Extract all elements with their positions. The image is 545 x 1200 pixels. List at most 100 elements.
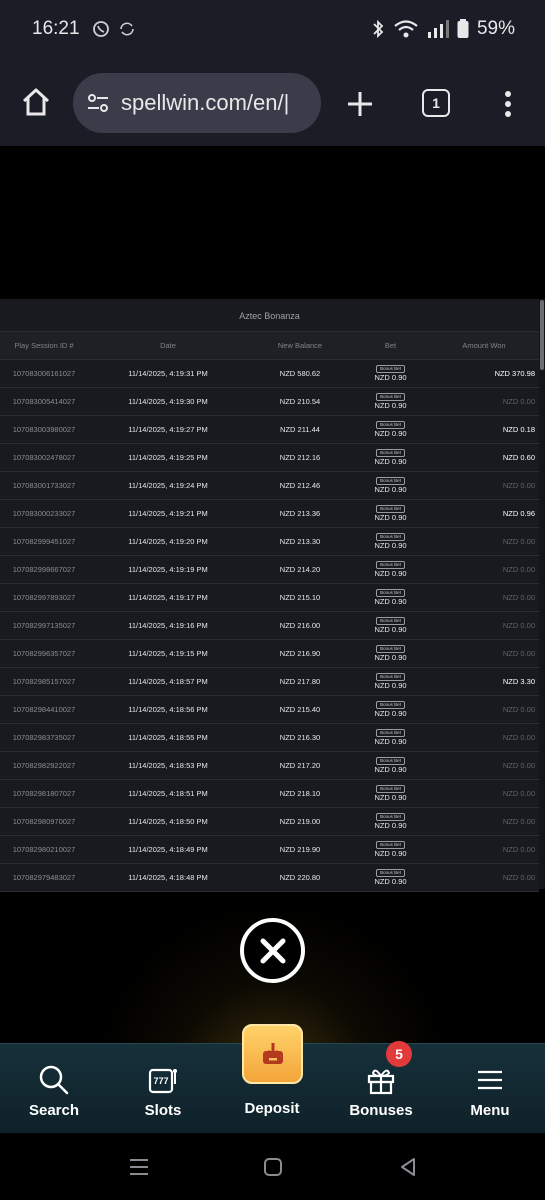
cell-amount-won: NZD 0.00 bbox=[502, 481, 535, 490]
cell-amount-won: NZD 0.00 bbox=[502, 789, 535, 798]
home-nav-icon[interactable] bbox=[263, 1157, 283, 1177]
header-amount-won: Amount Won bbox=[462, 341, 506, 350]
bonus-bet-badge: Bonus Bet bbox=[376, 365, 405, 373]
table-row: 107082998667027 11/14/2025, 4:19:19 PM NZD… bbox=[0, 556, 539, 584]
bluetooth-icon bbox=[373, 19, 384, 39]
bonus-bet-badge: Bonus Bet bbox=[376, 701, 405, 709]
back-icon[interactable] bbox=[398, 1157, 418, 1177]
nav-slots[interactable]: 777 Slots bbox=[113, 1044, 213, 1134]
bonus-bet-badge: Bonus Bet bbox=[376, 589, 405, 597]
cell-date: 11/14/2025, 4:18:55 PM bbox=[128, 733, 208, 742]
bonus-bet-badge: Bonus Bet bbox=[376, 869, 405, 877]
status-bar: 16:21 59% bbox=[0, 0, 545, 60]
cell-bet: Bonus Bet NZD 0.90 bbox=[352, 841, 429, 858]
table-row: 107082996357027 11/14/2025, 4:19:15 PM NZD… bbox=[0, 640, 539, 668]
bonus-bet-badge: Bonus Bet bbox=[376, 757, 405, 765]
close-button[interactable] bbox=[240, 918, 305, 983]
cell-date: 11/14/2025, 4:19:15 PM bbox=[128, 649, 208, 658]
cell-balance: NZD 216.90 bbox=[279, 649, 321, 658]
table-row: 107083000233027 11/14/2025, 4:19:21 PM NZD… bbox=[0, 500, 539, 528]
cell-session-id: 107083001733027 bbox=[12, 481, 76, 490]
bonus-bet-badge: Bonus Bet bbox=[376, 393, 405, 401]
table-row: 107082980970027 11/14/2025, 4:18:50 PM NZD… bbox=[0, 808, 539, 836]
cell-session-id: 107082997893027 bbox=[12, 593, 76, 602]
bet-value: NZD 0.90 bbox=[374, 765, 407, 774]
cell-bet: Bonus Bet NZD 0.90 bbox=[352, 589, 429, 606]
cell-bet: Bonus Bet NZD 0.90 bbox=[352, 645, 429, 662]
cell-date: 11/14/2025, 4:19:20 PM bbox=[128, 537, 208, 546]
address-bar[interactable]: spellwin.com/en/| bbox=[73, 73, 321, 133]
cell-date: 11/14/2025, 4:19:17 PM bbox=[128, 593, 208, 602]
plus-icon[interactable] bbox=[346, 90, 374, 118]
cell-balance: NZD 214.20 bbox=[279, 565, 321, 574]
cell-amount-won: NZD 0.00 bbox=[502, 593, 535, 602]
bet-value: NZD 0.90 bbox=[374, 737, 407, 746]
cell-amount-won: NZD 0.18 bbox=[502, 425, 535, 434]
cell-balance: NZD 216.30 bbox=[279, 733, 321, 742]
tune-icon[interactable] bbox=[87, 92, 109, 114]
table-row: 107082983735027 11/14/2025, 4:18:55 PM NZD… bbox=[0, 724, 539, 752]
cell-bet: Bonus Bet NZD 0.90 bbox=[352, 393, 429, 410]
cell-session-id: 107082997135027 bbox=[12, 621, 76, 630]
cell-balance: NZD 212.46 bbox=[279, 481, 321, 490]
cell-session-id: 107082980210027 bbox=[12, 845, 76, 854]
cell-amount-won: NZD 370.98 bbox=[494, 369, 535, 378]
bonus-bet-badge: Bonus Bet bbox=[376, 449, 405, 457]
tab-switcher-button[interactable]: 1 bbox=[422, 89, 450, 117]
battery-percent: 59% bbox=[476, 18, 515, 39]
table-header-row: Play Session ID # Date New Balance Bet A… bbox=[0, 332, 539, 360]
bet-value: NZD 0.90 bbox=[374, 625, 407, 634]
bonus-bet-badge: Bonus Bet bbox=[376, 673, 405, 681]
cell-amount-won: NZD 0.00 bbox=[502, 817, 535, 826]
nav-slots-label: Slots bbox=[144, 1102, 182, 1119]
nav-search[interactable]: Search bbox=[4, 1044, 104, 1134]
bet-value: NZD 0.90 bbox=[374, 429, 407, 438]
deposit-button[interactable] bbox=[242, 1024, 303, 1084]
cell-amount-won: NZD 0.00 bbox=[502, 649, 535, 658]
cell-bet: Bonus Bet NZD 0.90 bbox=[352, 477, 429, 494]
cell-amount-won: NZD 0.00 bbox=[502, 873, 535, 882]
cell-bet: Bonus Bet NZD 0.90 bbox=[352, 673, 429, 690]
signal-icon bbox=[427, 20, 449, 38]
recents-icon[interactable] bbox=[128, 1157, 150, 1177]
cell-amount-won: NZD 0.00 bbox=[502, 621, 535, 630]
whatsapp-icon bbox=[93, 21, 109, 37]
cell-session-id: 107083000233027 bbox=[12, 509, 76, 518]
bonus-bet-badge: Bonus Bet bbox=[376, 841, 405, 849]
cell-date: 11/14/2025, 4:19:27 PM bbox=[128, 425, 208, 434]
scrollbar-thumb[interactable] bbox=[540, 300, 544, 370]
table-row: 107083001733027 11/14/2025, 4:19:24 PM NZD… bbox=[0, 472, 539, 500]
more-vert-icon[interactable] bbox=[500, 90, 516, 118]
nav-bonuses[interactable]: Bonuses bbox=[331, 1044, 431, 1134]
table-row: 107082997135027 11/14/2025, 4:19:16 PM NZD… bbox=[0, 612, 539, 640]
bet-value: NZD 0.90 bbox=[374, 709, 407, 718]
cell-balance: NZD 220.80 bbox=[279, 873, 321, 882]
bonus-bet-badge: Bonus Bet bbox=[376, 813, 405, 821]
header-bet: Bet bbox=[384, 341, 397, 350]
cell-bet: Bonus Bet NZD 0.90 bbox=[352, 421, 429, 438]
bonus-bet-badge: Bonus Bet bbox=[376, 617, 405, 625]
bonus-bet-badge: Bonus Bet bbox=[376, 477, 405, 485]
bet-value: NZD 0.90 bbox=[374, 653, 407, 662]
header-session-id: Play Session ID # bbox=[14, 341, 74, 350]
slot-machine-icon: 777 bbox=[148, 1068, 177, 1094]
cell-amount-won: NZD 0.00 bbox=[502, 705, 535, 714]
bet-value: NZD 0.90 bbox=[374, 597, 407, 606]
home-icon[interactable] bbox=[20, 86, 52, 118]
cell-date: 11/14/2025, 4:18:51 PM bbox=[128, 789, 208, 798]
cell-date: 11/14/2025, 4:19:21 PM bbox=[128, 509, 208, 518]
cell-balance: NZD 219.00 bbox=[279, 817, 321, 826]
table-row: 107082982922027 11/14/2025, 4:18:53 PM NZD… bbox=[0, 752, 539, 780]
bonus-bet-badge: Bonus Bet bbox=[376, 421, 405, 429]
deposit-icon bbox=[262, 1043, 283, 1064]
cell-session-id: 107083006161027 bbox=[12, 369, 76, 378]
nav-search-label: Search bbox=[28, 1102, 80, 1119]
cell-session-id: 107082979483027 bbox=[12, 873, 76, 882]
nav-menu-label: Menu bbox=[470, 1102, 510, 1119]
cell-date: 11/14/2025, 4:18:53 PM bbox=[128, 761, 208, 770]
nav-menu[interactable]: Menu bbox=[440, 1044, 540, 1134]
cell-session-id: 107082998667027 bbox=[12, 565, 76, 574]
cell-date: 11/14/2025, 4:18:49 PM bbox=[128, 845, 208, 854]
gift-icon bbox=[367, 1069, 395, 1095]
scrollbar[interactable] bbox=[539, 299, 545, 889]
